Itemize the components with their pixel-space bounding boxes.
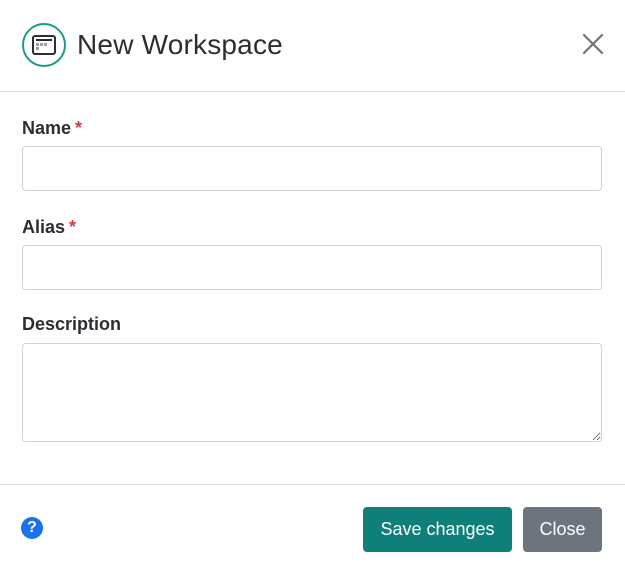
dialog-header: New Workspace <box>0 0 625 92</box>
alias-field[interactable] <box>22 245 602 290</box>
alias-label-text: Alias <box>22 217 66 237</box>
name-required-mark: * <box>75 118 83 138</box>
new-workspace-dialog: New Workspace Name * Alias * Description ?… <box>0 0 625 575</box>
save-changes-button[interactable]: Save changes <box>363 507 512 552</box>
question-circle-icon[interactable]: ? <box>21 517 43 539</box>
name-label-text: Name <box>22 118 72 138</box>
name-field[interactable] <box>22 146 602 191</box>
description-label-text: Description <box>22 314 122 334</box>
window-icon <box>22 23 66 67</box>
description-field[interactable] <box>22 343 602 442</box>
close-button[interactable]: Close <box>523 507 602 552</box>
close-icon[interactable] <box>581 32 605 56</box>
dialog-title: New Workspace <box>77 29 283 60</box>
window-icon-graphic <box>32 35 56 55</box>
dialog-body: Name * Alias * Description <box>0 92 625 484</box>
alias-label: Alias * <box>22 217 76 238</box>
description-label: Description <box>22 314 121 335</box>
name-label: Name * <box>22 118 82 139</box>
dialog-footer: ? Save changes Close <box>0 484 625 575</box>
alias-required-mark: * <box>69 217 77 237</box>
